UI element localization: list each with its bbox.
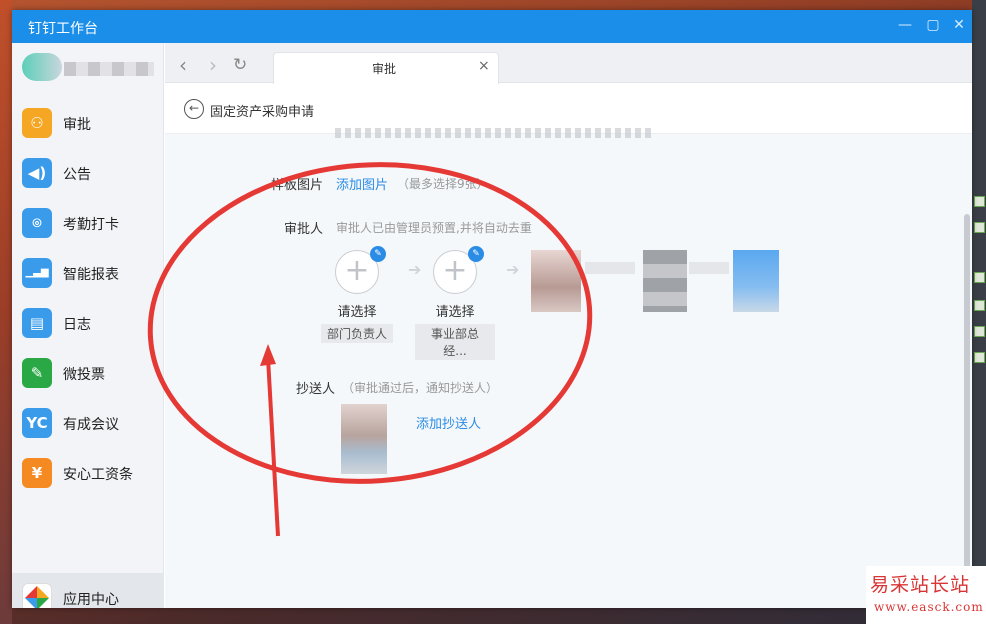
sample-image-hint: （最多选择9张） — [397, 177, 489, 191]
cc-label: 抄送人 — [295, 382, 335, 397]
maximize-button[interactable]: ▢ — [924, 16, 942, 34]
sidebar-item-label: 考勤打卡 — [63, 217, 119, 233]
page-header: ← 固定资产采购申请 — [165, 84, 972, 134]
attendance-icon: ⌾ — [22, 208, 52, 238]
sidebar-item-label: 应用中心 — [63, 592, 119, 608]
blurred-connector — [689, 262, 729, 274]
sample-image-label: 样板图片 — [270, 178, 323, 193]
add-approver-plus-icon[interactable]: + ✎ — [335, 246, 386, 294]
approver-node[interactable]: + ✎ 请选择 事业部总经... — [415, 246, 495, 360]
back-nav-button[interactable]: ‹ — [179, 53, 187, 77]
flow-arrow-icon: ➔ — [506, 260, 520, 279]
vote-icon: ✎ — [22, 358, 52, 388]
sidebar-item[interactable]: ✎ 微投票 — [12, 348, 164, 398]
main-content: ← 固定资产采购申请 样板图片 添加图片 （最多选择9张） 审批人 审批人已由管… — [165, 84, 972, 608]
tab-approval[interactable]: 审批 × — [273, 52, 499, 84]
close-button[interactable]: ✕ — [950, 16, 968, 34]
site-watermark: 易采站长站 www.easck.com — [866, 566, 986, 624]
sidebar: ⚇ 审批 ◀) 公告 ⌾ 考勤打卡 ▁▃▆ 智能报表 ▤ 日志 ✎ 微投票 YC 有成会议 ¥ 安心工资条 应… — [12, 43, 164, 608]
approver-select-label: 请选择 — [435, 305, 475, 320]
scrollbar[interactable] — [964, 214, 970, 574]
sidebar-item[interactable]: ¥ 安心工资条 — [12, 448, 164, 498]
edit-pencil-icon: ✎ — [468, 246, 484, 262]
cc-hint: （审批通过后，通知抄送人） — [342, 381, 499, 395]
cc-avatar-blurred — [341, 404, 387, 474]
add-approver-plus-icon[interactable]: + ✎ — [433, 246, 484, 294]
sidebar-item[interactable]: ▁▃▆ 智能报表 — [12, 248, 164, 298]
sidebar-item-label: 安心工资条 — [63, 467, 133, 483]
page-title: 固定资产采购申请 — [210, 105, 315, 120]
sidebar-item[interactable]: ▤ 日志 — [12, 298, 164, 348]
desktop-right-strip — [972, 0, 986, 624]
sidebar-item[interactable]: ⌾ 考勤打卡 — [12, 198, 164, 248]
payroll-icon: ¥ — [22, 458, 52, 488]
forward-nav-button[interactable]: › — [209, 53, 217, 77]
preset-approver-avatar-blurred — [531, 250, 581, 312]
cut-off-text — [335, 128, 655, 138]
approver-label: 审批人 — [283, 222, 323, 237]
sidebar-item[interactable]: ◀) 公告 — [12, 148, 164, 198]
sidebar-item-app-center[interactable]: 应用中心 — [12, 573, 164, 608]
minimize-button[interactable]: — — [896, 16, 914, 34]
watermark-url: www.easck.com — [874, 600, 984, 614]
approver-hint: 审批人已由管理员预置,并将自动去重 — [336, 221, 532, 235]
add-cc-link[interactable]: 添加抄送人 — [416, 413, 481, 432]
refresh-button[interactable]: ↻ — [233, 55, 247, 75]
sidebar-item[interactable]: ⚇ 审批 — [12, 98, 164, 148]
desktop-file-icon — [974, 222, 985, 233]
tab-close-icon[interactable]: × — [478, 58, 490, 74]
preset-approver-avatar-blurred — [643, 250, 687, 312]
preset-approver-avatar-blurred — [733, 250, 779, 312]
desktop-file-icon — [974, 196, 985, 207]
edit-pencil-icon: ✎ — [370, 246, 386, 262]
sidebar-item-label: 智能报表 — [63, 267, 119, 283]
profile[interactable] — [12, 43, 164, 89]
tab-label: 审批 — [372, 62, 397, 76]
announcement-icon: ◀) — [22, 158, 52, 188]
desktop-file-icon — [974, 352, 985, 363]
title-bar: 钉钉工作台 — ▢ ✕ — [12, 10, 972, 43]
report-icon: ▁▃▆ — [22, 258, 52, 288]
add-image-link[interactable]: 添加图片 — [336, 174, 388, 193]
blurred-connector — [585, 262, 635, 274]
approver-select-label: 请选择 — [337, 305, 377, 320]
profile-name-blurred — [64, 62, 154, 76]
sidebar-item-label: 日志 — [63, 317, 91, 333]
app-center-icon — [22, 583, 52, 608]
desktop-file-icon — [974, 300, 985, 311]
sidebar-item-label: 有成会议 — [63, 417, 119, 433]
watermark-title: 易采站长站 — [870, 574, 971, 596]
back-arrow-icon[interactable]: ← — [184, 99, 204, 119]
approver-role-tag: 部门负责人 — [320, 324, 393, 343]
window-title: 钉钉工作台 — [28, 21, 98, 37]
sidebar-item-label: 公告 — [63, 167, 91, 183]
approval-icon: ⚇ — [22, 108, 52, 138]
tab-bar: ‹ › ↻ 审批 × — [165, 43, 972, 84]
avatar — [22, 53, 62, 81]
sidebar-item-label: 审批 — [63, 117, 91, 133]
log-icon: ▤ — [22, 308, 52, 338]
desktop-left-strip — [0, 0, 12, 624]
dingtalk-workbench-window: 钉钉工作台 — ▢ ✕ ⚇ 审批 ◀) 公告 ⌾ 考勤打卡 ▁▃▆ 智能报表 ▤ 日志 ✎ 微投票 YC… — [12, 10, 972, 608]
sidebar-item[interactable]: YC 有成会议 — [12, 398, 164, 448]
sidebar-item-label: 微投票 — [63, 367, 105, 383]
desktop-file-icon — [974, 326, 985, 337]
meeting-icon: YC — [22, 408, 52, 438]
approver-role-tag: 事业部总经... — [415, 324, 495, 360]
approver-node[interactable]: + ✎ 请选择 部门负责人 — [317, 246, 397, 343]
desktop-file-icon — [974, 272, 985, 283]
approval-form: 样板图片 添加图片 （最多选择9张） 审批人 审批人已由管理员预置,并将自动去重… — [165, 128, 972, 608]
